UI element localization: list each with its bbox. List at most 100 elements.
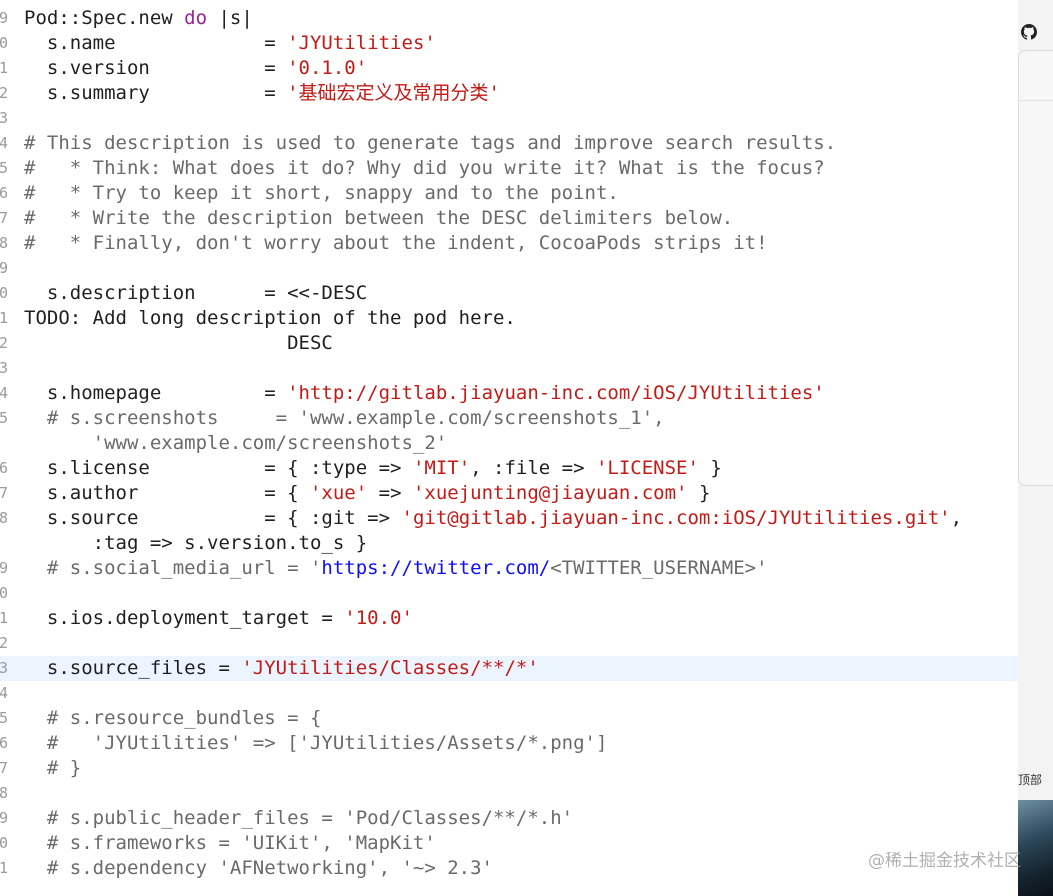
- code-line[interactable]: 7 # * Write the description between the D…: [0, 206, 1018, 231]
- code-token: s.source_files =: [24, 657, 242, 679]
- code-line[interactable]: 'www.example.com/screenshots_2': [0, 431, 1018, 456]
- code-token: <TWITTER_USERNAME>': [550, 557, 768, 579]
- code-token: # * Try to keep it short, snappy and to …: [24, 182, 619, 204]
- code-line[interactable]: 2 s.summary = '基础宏定义及常用分类': [0, 81, 1018, 106]
- code-token: 'MIT': [412, 457, 471, 479]
- code-line[interactable]: 4 # This description is used to generate …: [0, 131, 1018, 156]
- code-line[interactable]: 5 # s.resource_bundles = {: [0, 706, 1018, 731]
- code-text: s.version = '0.1.0': [24, 56, 367, 81]
- line-number: 5: [0, 709, 8, 727]
- line-number: 8: [0, 784, 8, 802]
- code-line[interactable]: 6 # 'JYUtilities' => ['JYUtilities/Asset…: [0, 731, 1018, 756]
- code-line[interactable]: 9: [0, 256, 1018, 281]
- line-number: 6: [0, 734, 8, 752]
- code-line[interactable]: 0 s.name = 'JYUtilities': [0, 31, 1018, 56]
- github-icon[interactable]: [1021, 24, 1037, 40]
- code-line[interactable]: :tag => s.version.to_s }: [0, 531, 1018, 556]
- code-line[interactable]: 4: [0, 681, 1018, 706]
- code-token: TODO: Add long description of the pod he…: [24, 307, 516, 329]
- code-text: s.name = 'JYUtilities': [24, 31, 436, 56]
- code-token: 'http://gitlab.jiayuan-inc.com/iOS/JYUti…: [287, 382, 825, 404]
- code-line[interactable]: 2 DESC: [0, 331, 1018, 356]
- code-token: s.ios.deployment_target =: [24, 607, 345, 629]
- code-line[interactable]: 6 s.license = { :type => 'MIT', :file =>…: [0, 456, 1018, 481]
- code-line[interactable]: 0: [0, 581, 1018, 606]
- code-line[interactable]: 0 s.description = <<-DESC: [0, 281, 1018, 306]
- code-token: :tag => s.version.to_s }: [24, 532, 368, 554]
- code-token: 'www.example.com/screenshots_2': [24, 432, 448, 454]
- code-token: |s|: [207, 7, 253, 29]
- code-line[interactable]: 4 s.homepage = 'http://gitlab.jiayuan-in…: [0, 381, 1018, 406]
- back-to-top-button[interactable]: 顶部: [1018, 768, 1042, 792]
- side-panel: [1018, 50, 1053, 486]
- line-number: 1: [0, 859, 8, 877]
- code-line[interactable]: 1 s.version = '0.1.0': [0, 56, 1018, 81]
- code-line[interactable]: 0 # s.frameworks = 'UIKit', 'MapKit': [0, 831, 1018, 856]
- line-number: 9: [0, 9, 8, 27]
- code-line-current[interactable]: 3 s.source_files = 'JYUtilities/Classes/…: [0, 656, 1018, 681]
- code-token: '基础宏定义及常用分类': [287, 82, 500, 104]
- code-token: 'JYUtilities/Classes/**/*': [241, 657, 539, 679]
- code-line[interactable]: 6 # * Try to keep it short, snappy and to…: [0, 181, 1018, 206]
- line-number: 5: [0, 159, 8, 177]
- code-text: # s.public_header_files = 'Pod/Classes/*…: [24, 806, 573, 831]
- line-number: 3: [0, 359, 8, 377]
- line-number: 0: [0, 284, 8, 302]
- code-token: 'LICENSE': [595, 457, 699, 479]
- code-text: # * Try to keep it short, snappy and to …: [24, 181, 619, 206]
- code-line[interactable]: 5 # s.screenshots = 'www.example.com/scr…: [0, 406, 1018, 431]
- code-token: do: [184, 7, 208, 29]
- line-number: 9: [0, 809, 8, 827]
- side-panel-divider: [1018, 100, 1053, 101]
- code-text: # s.screenshots = 'www.example.com/scree…: [24, 406, 665, 431]
- line-number: 7: [0, 484, 8, 502]
- code-line[interactable]: 7 s.author = { 'xue' => 'xuejunting@jiay…: [0, 481, 1018, 506]
- code-token: }: [698, 457, 722, 479]
- code-line[interactable]: 8: [0, 781, 1018, 806]
- code-line[interactable]: 3: [0, 356, 1018, 381]
- code-token: # s.public_header_files = 'Pod/Classes/*…: [24, 807, 574, 829]
- code-line[interactable]: 2: [0, 631, 1018, 656]
- code-text: s.ios.deployment_target = '10.0': [24, 606, 413, 631]
- code-text: # This description is used to generate t…: [24, 131, 836, 156]
- code-line[interactable]: 3: [0, 106, 1018, 131]
- code-token: s.summary =: [24, 82, 288, 104]
- code-text: :tag => s.version.to_s }: [24, 531, 368, 556]
- code-line[interactable]: 1 s.ios.deployment_target = '10.0': [0, 606, 1018, 631]
- code-text: DESC: [24, 331, 333, 356]
- code-token: # * Write the description between the DE…: [24, 207, 734, 229]
- code-line[interactable]: 9 # s.social_media_url = 'https://twitte…: [0, 556, 1018, 581]
- code-token: 'JYUtilities': [287, 32, 436, 54]
- code-text: # s.resource_bundles = {: [24, 706, 322, 731]
- code-line[interactable]: 5 # * Think: What does it do? Why did you…: [0, 156, 1018, 181]
- code-editor[interactable]: 9 Pod::Spec.new do |s| 0 s.name = 'JYUtili…: [0, 0, 1018, 896]
- code-token: # s.resource_bundles = {: [24, 707, 322, 729]
- code-token: # s.social_media_url = ': [24, 557, 322, 579]
- code-line[interactable]: 1 TODO: Add long description of the pod h…: [0, 306, 1018, 331]
- line-number: 8: [0, 234, 8, 252]
- line-number: 3: [0, 659, 8, 677]
- code-token: # }: [24, 757, 82, 779]
- code-line[interactable]: 1 # s.dependency 'AFNetworking', '~> 2.3…: [0, 856, 1018, 881]
- code-token: =>: [367, 482, 413, 504]
- code-text: # s.dependency 'AFNetworking', '~> 2.3': [24, 856, 493, 881]
- code-token: }: [687, 482, 711, 504]
- line-number: 4: [0, 134, 8, 152]
- code-text: s.homepage = 'http://gitlab.jiayuan-inc.…: [24, 381, 825, 406]
- code-line[interactable]: 9 Pod::Spec.new do |s|: [0, 6, 1018, 31]
- code-text: 'www.example.com/screenshots_2': [24, 431, 448, 456]
- code-token: 'git@gitlab.jiayuan-inc.com:iOS/JYUtilit…: [401, 507, 951, 529]
- line-number: 2: [0, 334, 8, 352]
- line-number: 0: [0, 584, 8, 602]
- code-text: s.summary = '基础宏定义及常用分类': [24, 81, 500, 106]
- line-number: 3: [0, 109, 8, 127]
- code-token: '0.1.0': [287, 57, 368, 79]
- code-line[interactable]: 7 # }: [0, 756, 1018, 781]
- code-line[interactable]: 8 s.source = { :git => 'git@gitlab.jiayu…: [0, 506, 1018, 531]
- line-number: 0: [0, 834, 8, 852]
- line-number: 7: [0, 759, 8, 777]
- line-number: 6: [0, 184, 8, 202]
- code-line[interactable]: 9 # s.public_header_files = 'Pod/Classes…: [0, 806, 1018, 831]
- code-line[interactable]: 8 # * Finally, don't worry about the inde…: [0, 231, 1018, 256]
- code-text: # s.social_media_url = 'https://twitter.…: [24, 556, 768, 581]
